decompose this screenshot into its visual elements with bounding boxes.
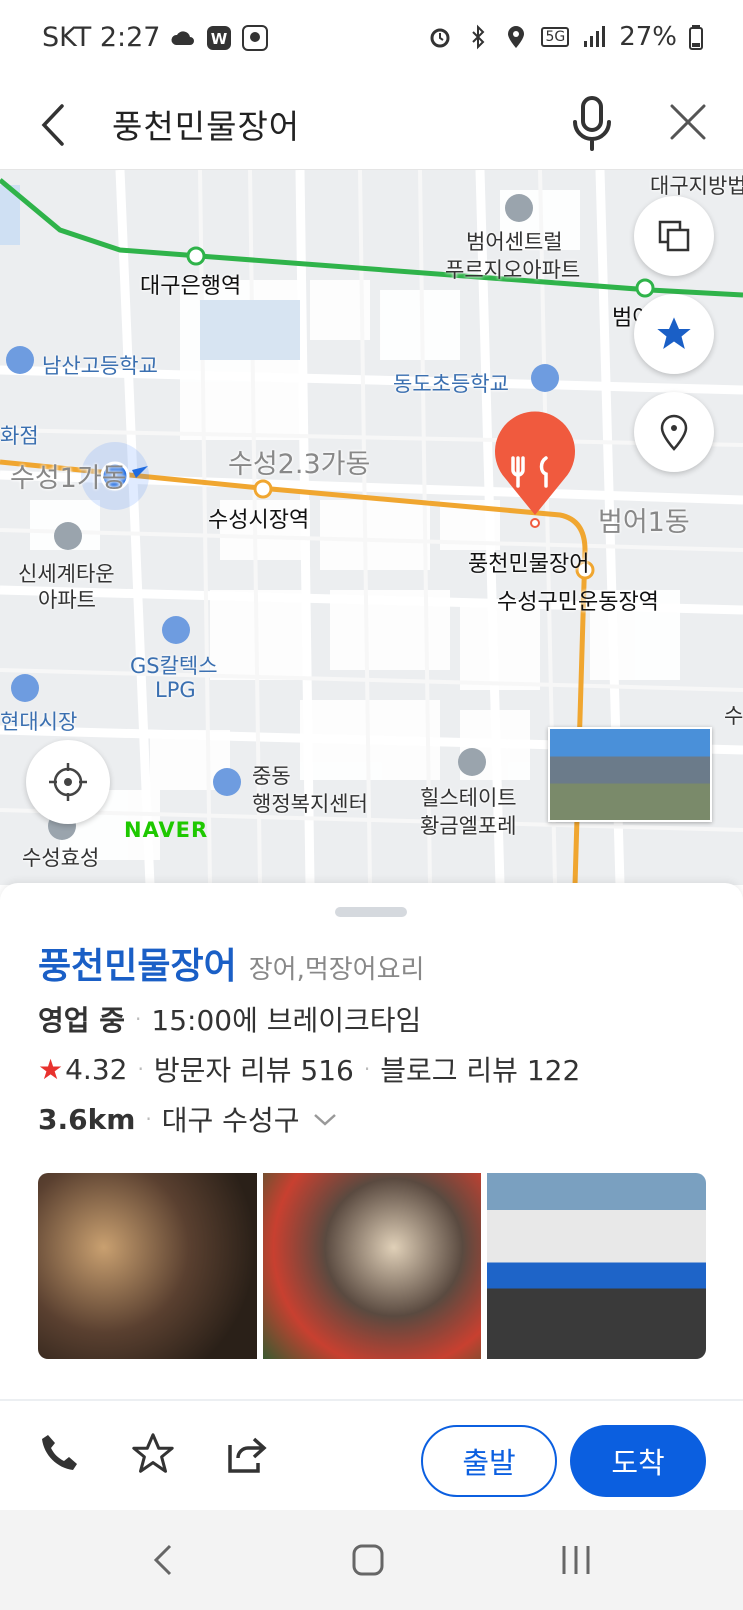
- break-time: 15:00에 브레이크타임: [151, 1004, 422, 1037]
- current-location-button[interactable]: [26, 740, 110, 824]
- chevron-down-icon[interactable]: [311, 1109, 339, 1129]
- favorites-button[interactable]: [634, 294, 714, 374]
- search-header: 풍천민물장어: [0, 80, 743, 170]
- status-right: 5G 27%: [427, 22, 705, 52]
- naver-watermark: NAVER: [124, 818, 209, 842]
- back-arrow-icon[interactable]: [34, 100, 74, 150]
- system-nav-bar: [0, 1510, 743, 1610]
- location-pin-button[interactable]: [634, 392, 714, 472]
- street-view-thumbnail[interactable]: [548, 727, 712, 822]
- review-row[interactable]: ★ 4.32 · 방문자 리뷰 516 · 블로그 리뷰 122: [38, 1049, 580, 1089]
- battery-icon: [689, 25, 703, 50]
- layers-icon: [658, 220, 690, 252]
- map-label: 수성효성: [22, 846, 100, 870]
- map-view[interactable]: 대구은행역 범어센트럴 푸르지오아파트 범어 대구지방법 남산고등학교 동도초등…: [0, 170, 743, 885]
- place-name[interactable]: 풍천민물장어: [38, 937, 237, 989]
- hours-row[interactable]: 영업 중 · 15:00에 브레이크타임: [38, 999, 421, 1039]
- place-category: 장어,먹장어요리: [248, 955, 425, 985]
- cloud-icon: [171, 30, 195, 45]
- status-left: SKT 2:27 W: [42, 22, 269, 53]
- share-icon[interactable]: [224, 1431, 270, 1477]
- nav-back-icon[interactable]: [144, 1540, 184, 1580]
- sheet-handle[interactable]: [335, 907, 407, 917]
- svg-text:W: W: [211, 30, 228, 48]
- arrive-button[interactable]: 도착: [570, 1425, 706, 1497]
- map-label: 수성시장역: [208, 508, 310, 533]
- map-label: 남산고등학교: [42, 354, 158, 378]
- battery-text: 27%: [619, 22, 677, 52]
- microphone-icon[interactable]: [568, 94, 616, 154]
- map-label: 동도초등학교: [393, 372, 509, 396]
- star-icon: [657, 317, 691, 349]
- photo-strip: [38, 1173, 706, 1359]
- network-badge: 5G: [541, 27, 570, 47]
- map-app-icon: [242, 24, 269, 51]
- alarm-icon: [430, 28, 450, 48]
- map-label: 수성2.3가동: [228, 449, 371, 480]
- open-status: 영업 중: [38, 1004, 126, 1037]
- photo-food-table[interactable]: [262, 1173, 482, 1359]
- nav-home-icon[interactable]: [348, 1540, 388, 1580]
- map-label: 수성1가동: [10, 463, 127, 494]
- map-label: 범어센트럴: [466, 230, 563, 254]
- address-row[interactable]: 3.6km · 대구 수성구: [38, 1099, 339, 1139]
- map-label: 힐스테이트: [420, 786, 517, 810]
- location-icon: [508, 26, 525, 48]
- map-label: 대구은행역: [140, 274, 242, 299]
- layers-button[interactable]: [634, 196, 714, 276]
- map-label: GS칼텍스: [130, 654, 218, 678]
- title-row: 풍천민물장어 장어,먹장어요리: [38, 937, 424, 989]
- address: 대구 수성구: [161, 1104, 300, 1137]
- map-label: 아파트: [38, 588, 96, 612]
- status-bar: SKT 2:27 W 5G 27%: [0, 0, 743, 80]
- pin-outline-icon: [660, 414, 688, 451]
- map-label: 화점: [0, 424, 39, 448]
- w-app-icon: W: [207, 25, 232, 50]
- close-icon[interactable]: [666, 100, 710, 144]
- rating: 4.32: [65, 1052, 128, 1086]
- map-label: 행정복지센터: [252, 792, 368, 816]
- map-label: 수성구민운동장역: [497, 590, 659, 615]
- blog-reviews[interactable]: 블로그 리뷰 122: [380, 1049, 580, 1089]
- phone-icon[interactable]: [36, 1431, 82, 1477]
- map-label: LPG: [155, 678, 196, 702]
- map-label: 풍천민물장어: [468, 552, 590, 577]
- separator: ·: [363, 1057, 371, 1081]
- map-label: 푸르지오아파트: [445, 258, 581, 282]
- map-label: 범어1동: [598, 507, 690, 538]
- separator: ·: [137, 1057, 144, 1081]
- map-label: 중동: [252, 764, 291, 788]
- nav-recents-icon[interactable]: [556, 1540, 596, 1580]
- distance: 3.6km: [38, 1102, 136, 1136]
- signal-icon: [584, 26, 606, 47]
- crosshair-icon: [49, 763, 87, 801]
- separator: ·: [135, 1007, 142, 1031]
- map-label: 현대시장: [0, 710, 78, 734]
- bluetooth-icon: [472, 24, 485, 50]
- map-label: 황금엘포레: [420, 814, 517, 838]
- search-query[interactable]: 풍천민물장어: [112, 100, 300, 148]
- map-label: 대구지방법: [650, 174, 743, 198]
- depart-button[interactable]: 출발: [421, 1425, 557, 1497]
- map-label: 수성: [724, 704, 743, 728]
- photo-food-grilled-eel[interactable]: [38, 1173, 257, 1359]
- separator: ·: [145, 1107, 152, 1131]
- carrier-time: SKT 2:27: [42, 22, 161, 53]
- action-bar: 출발 도착: [0, 1401, 743, 1511]
- star-outline-icon[interactable]: [130, 1431, 176, 1477]
- place-sheet: 풍천민물장어 장어,먹장어요리 영업 중 · 15:00에 브레이크타임 ★ 4…: [0, 883, 743, 1511]
- photo-storefront[interactable]: [487, 1173, 706, 1359]
- rating-star-icon: ★: [38, 1052, 64, 1086]
- visitor-reviews[interactable]: 방문자 리뷰 516: [154, 1049, 354, 1089]
